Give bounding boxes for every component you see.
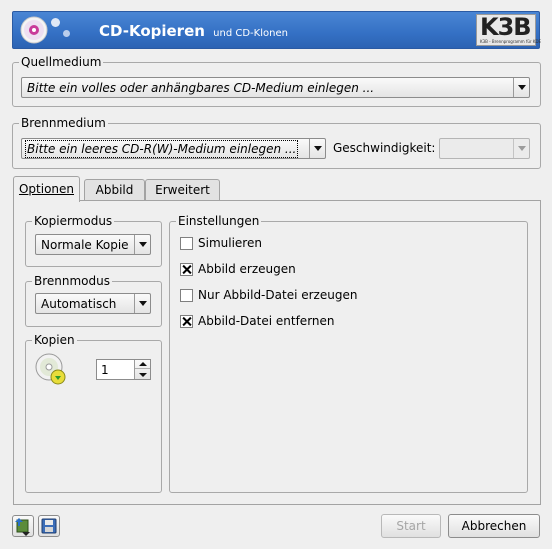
start-label: Start	[396, 519, 426, 533]
burn-medium-value: Bitte ein leeres CD-R(W)-Medium einlegen…	[24, 140, 299, 158]
tab-abbild[interactable]: Abbild	[84, 179, 145, 201]
burn-medium-combo[interactable]: Bitte ein leeres CD-R(W)-Medium einlegen…	[21, 138, 326, 159]
cd-copies-icon	[35, 353, 66, 385]
chevron-down-icon[interactable]	[513, 139, 529, 158]
decor-dot	[51, 18, 60, 27]
subtitle-text: und CD-Klonen	[213, 28, 288, 39]
write-mode-combo[interactable]: Automatisch	[35, 293, 151, 314]
tab-label: Erweitert	[155, 183, 210, 197]
logo-subtext: K3B - Brennprogramm für KDE	[480, 39, 542, 44]
chevron-down-icon[interactable]	[309, 139, 325, 158]
save-settings-button[interactable]	[38, 515, 60, 537]
decor-dot	[63, 30, 70, 37]
checkbox-label: Abbild-Datei entfernen	[198, 314, 335, 328]
source-medium-value: Bitte ein volles oder anhängbares CD-Med…	[27, 81, 375, 95]
copies-spinbox[interactable]: 1	[96, 359, 151, 380]
spinbox-arrows	[134, 360, 150, 379]
source-medium-combo[interactable]: Bitte ein volles oder anhängbares CD-Med…	[21, 77, 530, 98]
chevron-down-icon[interactable]	[134, 294, 150, 313]
chevron-down-icon[interactable]	[134, 235, 150, 254]
save-settings-icon	[41, 518, 57, 534]
load-settings-icon	[15, 518, 30, 536]
checkbox-label: Nur Abbild-Datei erzeugen	[198, 288, 358, 302]
source-medium-legend: Quellmedium	[19, 55, 104, 69]
checkbox-box[interactable]	[180, 263, 193, 276]
copy-mode-combo[interactable]: Normale Kopie	[35, 234, 151, 255]
tab-optionen[interactable]: Optionen	[13, 176, 80, 202]
title-text: CD-Kopieren	[99, 22, 205, 40]
write-mode-legend: Brennmodus	[32, 274, 113, 288]
k3b-logo: K3B K3B - Brennprogramm für KDE	[476, 13, 541, 46]
copy-mode-value: Normale Kopie	[41, 238, 129, 252]
chevron-down-icon[interactable]	[513, 78, 529, 97]
write-mode-value: Automatisch	[41, 297, 117, 311]
spin-down-icon[interactable]	[135, 370, 150, 379]
logo-text: K3B	[480, 13, 532, 41]
tab-label: Abbild	[95, 183, 134, 197]
copy-mode-group: Kopiermodus Normale Kopie	[25, 214, 162, 267]
cancel-label: Abbrechen	[461, 519, 527, 533]
tab-erweitert[interactable]: Erweitert	[145, 179, 220, 201]
burn-medium-group: Brennmedium Bitte ein leeres CD-R(W)-Med…	[12, 116, 541, 169]
speed-combo[interactable]	[439, 138, 530, 159]
cancel-button[interactable]: Abbrechen	[448, 514, 540, 538]
settings-legend: Einstellungen	[176, 214, 262, 228]
checkbox-box[interactable]	[180, 315, 193, 328]
load-settings-button[interactable]	[12, 515, 34, 537]
burn-medium-legend: Brennmedium	[19, 116, 108, 130]
copies-legend: Kopien	[32, 333, 77, 347]
checkbox-label: Simulieren	[198, 236, 262, 250]
tab-label: Optionen	[18, 182, 75, 196]
write-mode-group: Brennmodus Automatisch	[25, 274, 162, 327]
checkbox-label: Abbild erzeugen	[198, 262, 296, 276]
spin-up-icon[interactable]	[135, 360, 150, 369]
header-banner: CD-Kopieren und CD-Klonen K3B K3B - Bren…	[12, 11, 541, 49]
checkbox-box[interactable]	[180, 237, 193, 250]
cd-copy-icon	[20, 16, 48, 44]
source-medium-group: Quellmedium Bitte ein volles oder anhäng…	[12, 55, 541, 107]
copies-value: 1	[101, 363, 109, 377]
start-button[interactable]: Start	[381, 514, 441, 538]
copy-mode-legend: Kopiermodus	[32, 214, 115, 228]
page-title: CD-Kopieren und CD-Klonen	[99, 22, 288, 40]
speed-label: Geschwindigkeit:	[333, 141, 436, 155]
checkbox-box[interactable]	[180, 289, 193, 302]
